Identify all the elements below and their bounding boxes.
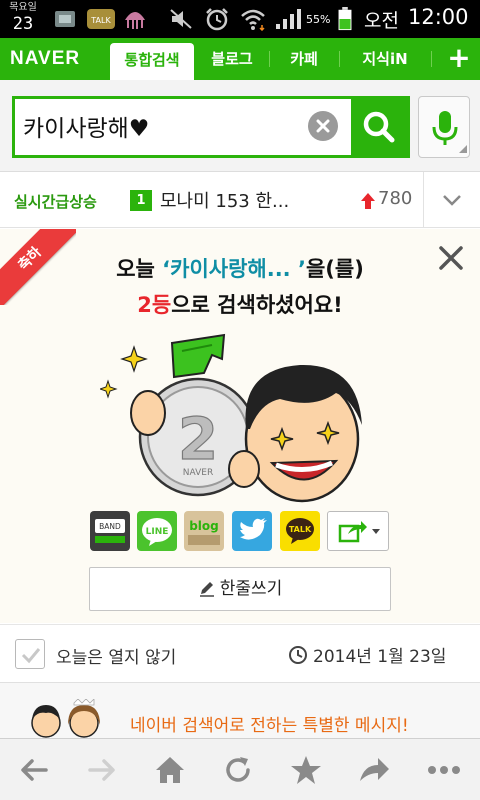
svg-text:BAND: BAND (99, 522, 121, 531)
tab-divider (431, 51, 432, 67)
status-date-weekday: 목요일 (9, 2, 37, 13)
realtime-divider (423, 172, 424, 228)
blog-icon: blog (188, 519, 220, 545)
search-rank: 2등 (137, 293, 172, 317)
tab-blog[interactable]: 블로그 (196, 38, 268, 80)
today-date: 2014년 1월 23일 (313, 647, 447, 667)
svg-text:TALK: TALK (90, 16, 111, 25)
left-hand (130, 390, 166, 436)
dont-show-today-checkbox[interactable] (15, 639, 45, 669)
sparkle-icon (120, 345, 148, 373)
dont-show-today-row: 오늘은 열지 않기 2014년 1월 23일 (0, 624, 480, 682)
more-menu-icon[interactable] (424, 753, 464, 787)
share-arrow-icon (338, 521, 380, 543)
kakaotalk-icon: TALK (286, 518, 314, 544)
share-line-button[interactable]: LINE (137, 511, 177, 551)
search-area (0, 80, 480, 172)
search-box (12, 96, 410, 158)
battery-percent: 55% (306, 13, 331, 26)
coin-ribbon (170, 333, 226, 379)
bookmark-star-icon[interactable] (288, 753, 324, 787)
right-hand (228, 450, 260, 488)
refresh-icon[interactable] (220, 753, 256, 787)
svg-text:TALK: TALK (289, 525, 312, 534)
status-date: 목요일 23 (2, 2, 44, 34)
alarm-icon (206, 8, 228, 31)
write-oneline-label: 한줄쓰기 (219, 579, 283, 599)
band-icon: BAND (95, 519, 125, 543)
share-icon[interactable] (356, 753, 392, 787)
special-message-text[interactable]: 네이버 검색어로 전하는 특별한 메시지! (130, 711, 409, 736)
mute-icon (170, 9, 192, 29)
status-bar: 목요일 23 TALK 55% 오전 12:00 (0, 0, 480, 38)
wifi-icon (241, 9, 265, 31)
line-icon: LINE (142, 518, 172, 546)
write-oneline-button[interactable]: 한줄쓰기 (89, 567, 391, 611)
mascot-coin-illustration: 2 NAVER (100, 333, 362, 503)
share-band-button[interactable]: BAND (90, 511, 130, 551)
svg-text:blog: blog (189, 519, 219, 533)
line1-prefix: 오늘 (116, 257, 163, 281)
dont-show-today-label[interactable]: 오늘은 열지 않기 (56, 643, 176, 668)
line2-suffix: 으로 검색하셨어요! (171, 293, 343, 317)
realtime-count: 780 (378, 188, 413, 209)
share-kakaotalk-button[interactable]: TALK (280, 511, 320, 551)
special-message-banner[interactable]: 네이버 검색어로 전하는 특별한 메시지! (0, 682, 480, 738)
line1-suffix: 을(를) (305, 257, 364, 281)
status-time: 12:00 (408, 5, 469, 29)
jellyfish-icon (125, 12, 145, 29)
pencil-icon (199, 582, 214, 597)
clear-search-button[interactable] (308, 111, 338, 141)
back-arrow-icon[interactable] (16, 753, 52, 787)
arrow-up-icon (361, 193, 375, 209)
forward-arrow-icon[interactable] (84, 753, 120, 787)
usb-icon (55, 11, 75, 27)
clock-icon (289, 646, 307, 664)
congrats-card: 축하 오늘 ‘카이사랑해... ’을(를) 2등으로 검색하셨어요! 2 NAV… (0, 229, 480, 623)
sparkle-icon (100, 379, 118, 399)
twitter-bird-icon (240, 518, 267, 540)
chevron-down-icon[interactable] (440, 190, 464, 210)
share-twitter-button[interactable] (232, 511, 272, 551)
close-icon (316, 119, 330, 133)
browser-bottom-bar (0, 738, 480, 800)
signal-icon (276, 9, 301, 29)
coin-number: 2 (178, 405, 218, 473)
share-blog-button[interactable]: blog (184, 511, 224, 551)
home-icon[interactable] (152, 753, 188, 787)
svg-text:LINE: LINE (146, 527, 169, 537)
search-button[interactable] (351, 99, 407, 155)
share-more-button[interactable] (327, 511, 389, 551)
congrats-message-line1: 오늘 ‘카이사랑해... ’을(를) (0, 253, 480, 283)
search-icon (363, 111, 395, 143)
line1-keyword: ‘카이사랑해... ’ (162, 257, 306, 281)
naver-top-nav: NAVER 통합검색 블로그 카페 지식iN + (0, 38, 480, 80)
battery-icon (338, 7, 352, 31)
realtime-query-link[interactable]: 모나미 153 한... (160, 187, 289, 213)
kakaotalk-icon: TALK (87, 9, 115, 29)
add-tab-button[interactable]: + (438, 38, 480, 80)
coin-brand: NAVER (183, 468, 213, 478)
realtime-rank-badge: 1 (130, 190, 152, 211)
naver-logo[interactable]: NAVER (10, 48, 80, 70)
status-ampm: 오전 (364, 10, 399, 32)
realtime-label: 실시간급상승 (14, 193, 97, 211)
microphone-icon (432, 111, 467, 153)
couple-illustration (31, 699, 100, 738)
tab-integrated-search[interactable]: 통합검색 (110, 43, 194, 80)
realtime-rising-bar[interactable]: 실시간급상승 1 모나미 153 한... 780 (0, 172, 480, 228)
checkmark-icon (21, 648, 41, 664)
search-input[interactable] (23, 105, 313, 147)
status-date-day: 23 (12, 14, 34, 34)
tab-cafe[interactable]: 카페 (270, 38, 338, 80)
voice-search-button[interactable] (418, 96, 470, 158)
tab-knowledge-in[interactable]: 지식iN (340, 38, 430, 80)
congrats-message-line2: 2등으로 검색하셨어요! (0, 289, 480, 319)
